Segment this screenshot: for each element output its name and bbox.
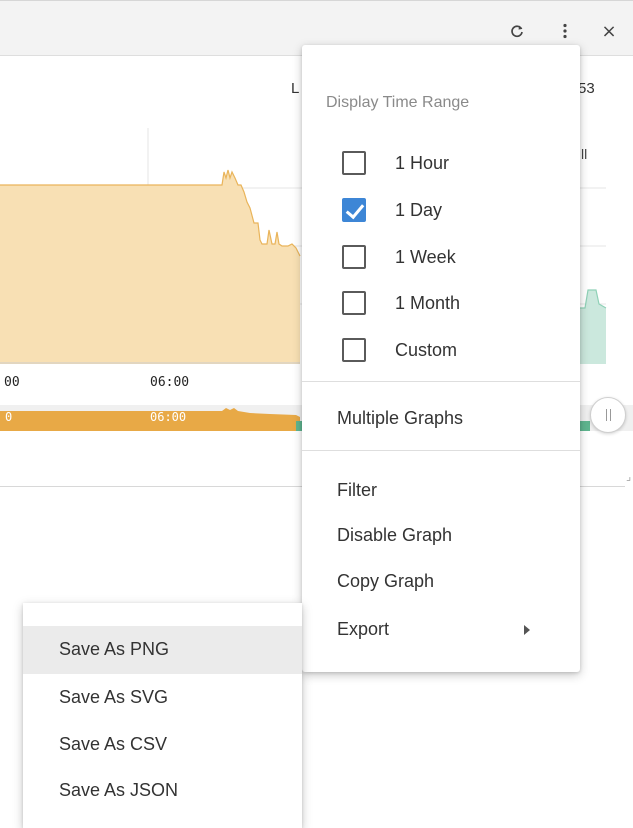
time-range-option-custom[interactable]: Custom xyxy=(302,332,580,368)
navigator-handle[interactable] xyxy=(590,397,626,433)
time-range-option-1-week[interactable]: 1 Week xyxy=(302,239,580,275)
export-submenu: Save As PNG Save As SVG Save As CSV Save… xyxy=(23,603,302,828)
navigator-green-segment xyxy=(580,421,590,431)
time-range-option-label: 1 Hour xyxy=(395,153,450,173)
filter-item[interactable]: Filter xyxy=(302,470,580,510)
navigator-tick: 06:00 xyxy=(150,410,187,424)
checkbox-checked-icon[interactable] xyxy=(342,198,366,222)
checkbox[interactable] xyxy=(342,338,366,362)
time-range-option-label: Custom xyxy=(395,340,458,360)
x-axis-tick: 06:00 xyxy=(150,375,190,390)
copy-graph-item[interactable]: Copy Graph xyxy=(302,561,580,601)
graph-options-menu: Display Time Range 1 Hour 1 Day 1 Week 1… xyxy=(302,45,580,672)
disable-graph-label: Disable Graph xyxy=(337,525,453,545)
checkbox[interactable] xyxy=(342,245,366,269)
display-time-range-title: Display Time Range xyxy=(326,94,470,111)
refresh-icon[interactable] xyxy=(506,19,528,43)
multiple-graphs-label: Multiple Graphs xyxy=(337,408,464,428)
close-icon[interactable]: × xyxy=(598,19,620,43)
save-as-svg-label: Save As SVG xyxy=(59,687,169,707)
submenu-arrow-icon xyxy=(524,625,530,635)
resize-handle-icon[interactable]: ⌟ xyxy=(626,470,631,483)
save-as-json-label: Save As JSON xyxy=(59,780,179,800)
filter-label: Filter xyxy=(337,480,377,500)
export-label: Export xyxy=(337,619,390,639)
graph-header-text-left: L xyxy=(291,80,300,97)
save-as-json-item[interactable]: Save As JSON xyxy=(23,767,302,815)
checkbox[interactable] xyxy=(342,151,366,175)
time-range-option-label: 1 Day xyxy=(395,200,443,220)
multiple-graphs-item[interactable]: Multiple Graphs xyxy=(302,398,580,438)
disable-graph-item[interactable]: Disable Graph xyxy=(302,515,580,555)
checkbox[interactable] xyxy=(342,291,366,315)
save-as-svg-item[interactable]: Save As SVG xyxy=(23,674,302,722)
series-area-orange xyxy=(0,170,300,364)
x-axis-tick: 00 xyxy=(4,375,20,390)
series-area-green xyxy=(580,290,606,364)
time-range-option-1-hour[interactable]: 1 Hour xyxy=(302,145,580,181)
export-item[interactable]: Export xyxy=(302,609,580,649)
time-range-option-label: 1 Month xyxy=(395,293,461,313)
navigator-tick: 0 xyxy=(5,410,13,424)
menu-divider xyxy=(302,450,580,451)
more-vertical-icon[interactable] xyxy=(556,19,574,43)
time-range-option-1-month[interactable]: 1 Month xyxy=(302,285,580,321)
copy-graph-label: Copy Graph xyxy=(337,571,435,591)
time-range-option-label: 1 Week xyxy=(395,247,456,267)
save-as-png-label: Save As PNG xyxy=(59,639,170,659)
save-as-csv-label: Save As CSV xyxy=(59,734,168,754)
graph-header-text-right: 53 xyxy=(578,80,595,97)
time-range-option-1-day[interactable]: 1 Day xyxy=(302,192,580,228)
save-as-png-item[interactable]: Save As PNG xyxy=(23,626,302,674)
menu-divider xyxy=(302,381,580,382)
save-as-csv-item[interactable]: Save As CSV xyxy=(23,721,302,769)
